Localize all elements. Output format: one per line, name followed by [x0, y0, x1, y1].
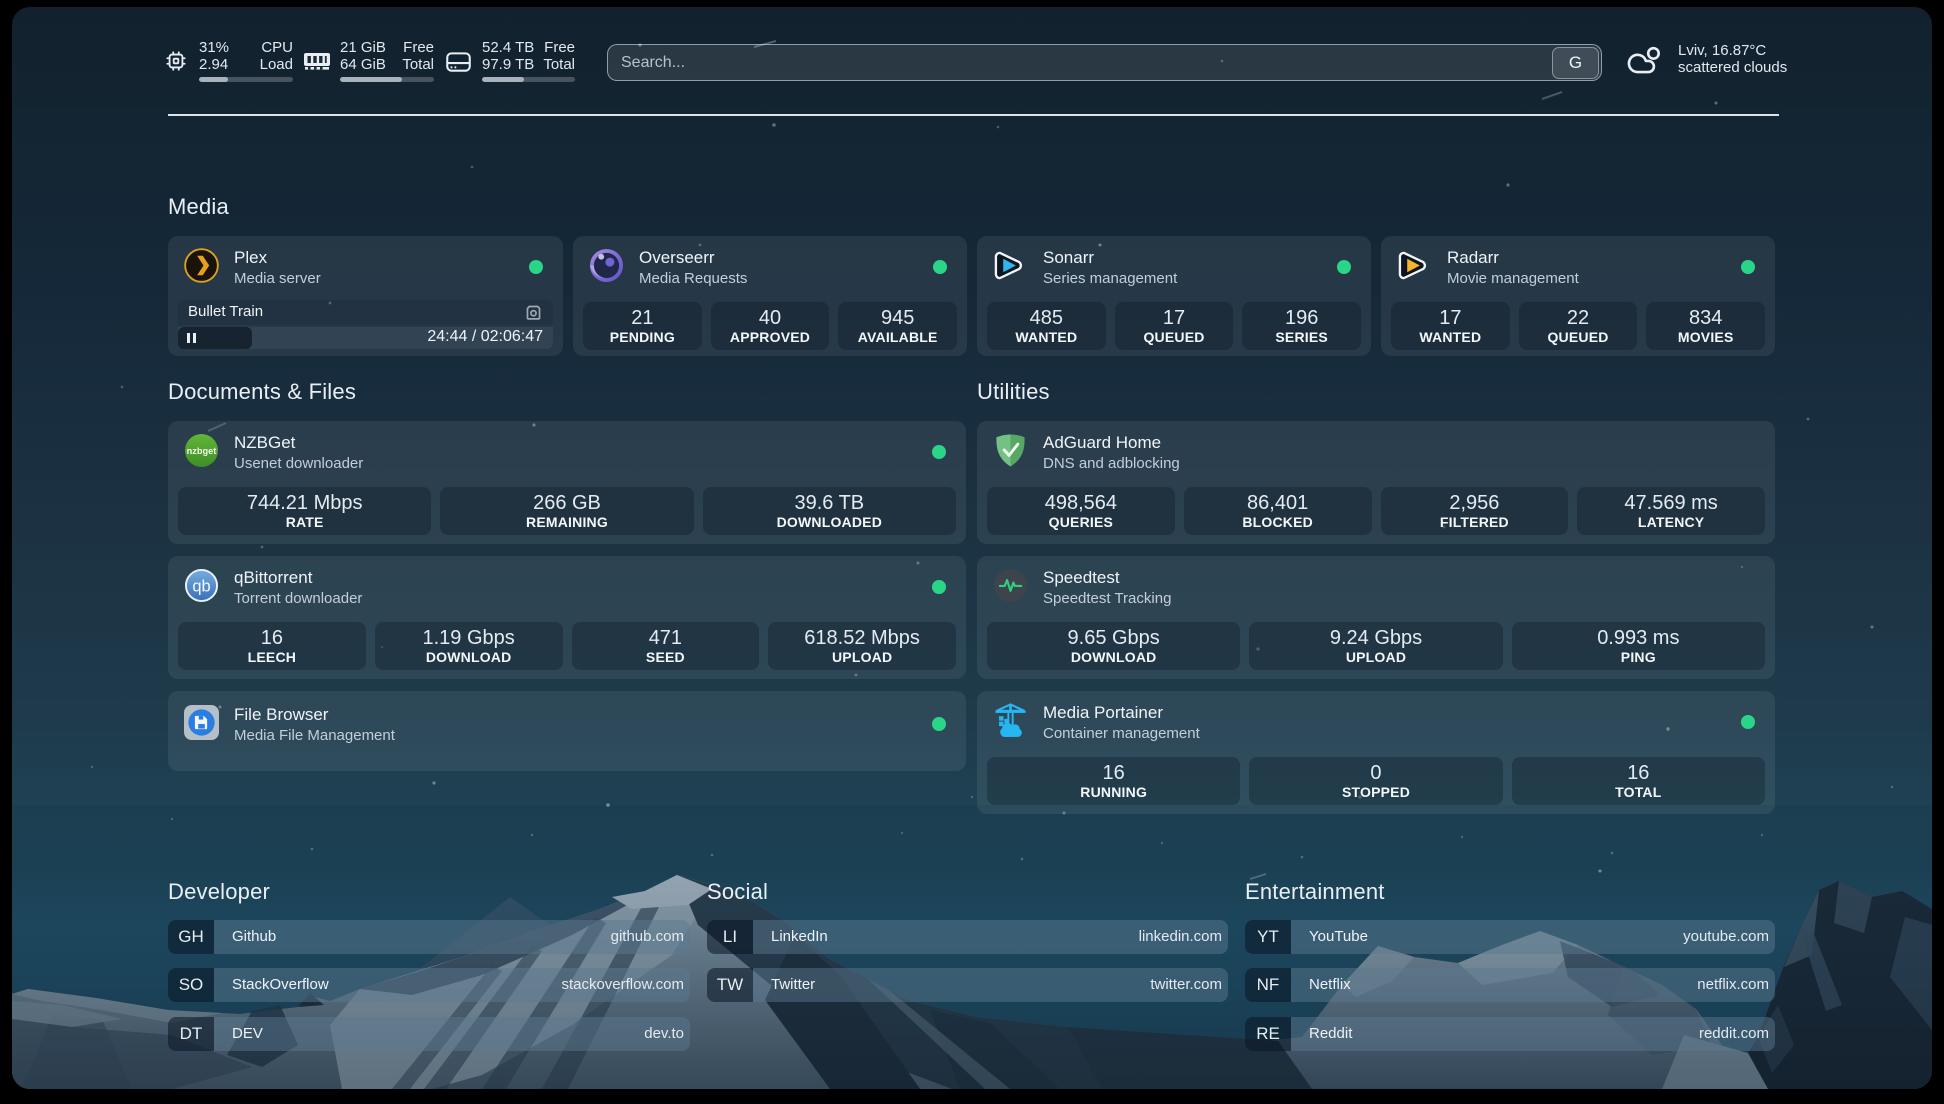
svg-text:nzbget: nzbget [187, 446, 217, 456]
svg-text:qb: qb [192, 576, 210, 595]
